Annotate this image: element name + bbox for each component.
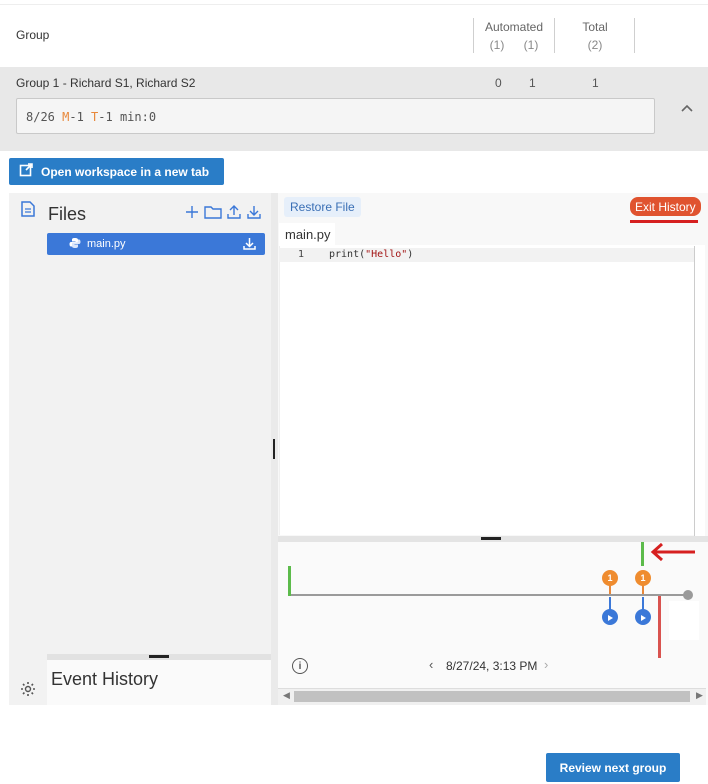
download-file-icon[interactable] (243, 237, 256, 255)
editor-scrollbar[interactable] (694, 246, 705, 536)
annotation-arrow (649, 542, 697, 567)
file-item-main-py[interactable]: main.py (47, 233, 265, 255)
collapse-chevron-icon[interactable] (680, 100, 694, 118)
tab-main-py[interactable]: main.py (279, 223, 335, 246)
splitter-handle[interactable] (481, 537, 501, 540)
play-icon (640, 608, 646, 626)
add-file-icon[interactable] (185, 205, 199, 224)
total-column-header: Total (582, 20, 608, 34)
grade-t-value: -1 min:0 (98, 110, 157, 124)
event-history-title: Event History (51, 669, 159, 689)
timeline-red-marker (658, 596, 661, 658)
scroll-left-icon[interactable]: ◀ (283, 690, 290, 701)
code-paren: ) (407, 249, 414, 260)
event-count-marker[interactable]: 1 (602, 570, 618, 586)
group-total-score: 1 (592, 76, 599, 90)
grade-summary-box: 8/26 M-1 T-1 min:0 (16, 98, 655, 134)
automated-sub-count: (1) (523, 38, 539, 52)
column-divider (634, 18, 635, 53)
file-document-icon (21, 201, 35, 222)
column-divider (554, 18, 555, 53)
exit-history-button[interactable]: Exit History (630, 197, 701, 216)
scroll-right-icon[interactable]: ▶ (696, 690, 703, 701)
file-name: main.py (87, 238, 126, 250)
play-icon (607, 608, 613, 626)
timeline-date: 8/27/24, 3:13 PM (446, 659, 538, 673)
open-workspace-button[interactable]: Open workspace in a new tab (9, 158, 224, 185)
code-string: "Hello" (365, 249, 408, 260)
timeline-track[interactable] (290, 594, 688, 596)
automated-sub-count: (1) (489, 38, 505, 52)
code-function: print( (329, 249, 366, 260)
event-count-marker[interactable]: 1 (635, 570, 651, 586)
total-sub-count: (2) (587, 38, 603, 52)
timeline-start-marker (288, 566, 291, 596)
grade-m-value: -1 (69, 110, 92, 124)
download-all-icon[interactable] (247, 204, 261, 224)
chevron-left-icon[interactable]: ‹ (429, 657, 433, 672)
line-number: 1 (298, 249, 305, 260)
group-score: 1 (529, 76, 536, 90)
external-link-icon (19, 163, 33, 180)
files-title: Files (48, 204, 87, 224)
timeline-end-handle[interactable] (683, 590, 693, 600)
grade-date: 8/26 (26, 110, 63, 124)
scrollbar-thumb[interactable] (294, 691, 690, 702)
timeline-current-marker (641, 542, 644, 566)
upload-icon[interactable] (227, 204, 241, 224)
timeline-overlay (669, 601, 699, 640)
splitter-handle[interactable] (273, 439, 275, 459)
python-icon (69, 237, 81, 252)
restore-file-button[interactable]: Restore File (284, 197, 361, 217)
grading-table-header (0, 4, 708, 67)
group-column-header: Group (16, 28, 50, 42)
code-editor[interactable] (279, 245, 705, 535)
code-line: print("Hello") (329, 249, 413, 260)
review-next-group-button[interactable]: Review next group (546, 753, 680, 782)
annotation-underline (630, 220, 698, 223)
group-score: 0 (495, 76, 502, 90)
info-icon[interactable]: i (292, 658, 308, 674)
chevron-right-icon[interactable]: › (544, 657, 548, 672)
play-marker[interactable] (602, 609, 618, 625)
gear-icon[interactable] (20, 681, 36, 702)
group-title: Group 1 - Richard S1, Richard S2 (16, 76, 196, 90)
splitter-handle[interactable] (149, 655, 169, 658)
play-marker[interactable] (635, 609, 651, 625)
new-folder-icon[interactable] (204, 205, 222, 224)
files-panel (9, 193, 271, 705)
column-divider (473, 18, 474, 53)
open-workspace-label: Open workspace in a new tab (41, 164, 210, 179)
automated-column-header: Automated (484, 20, 544, 34)
